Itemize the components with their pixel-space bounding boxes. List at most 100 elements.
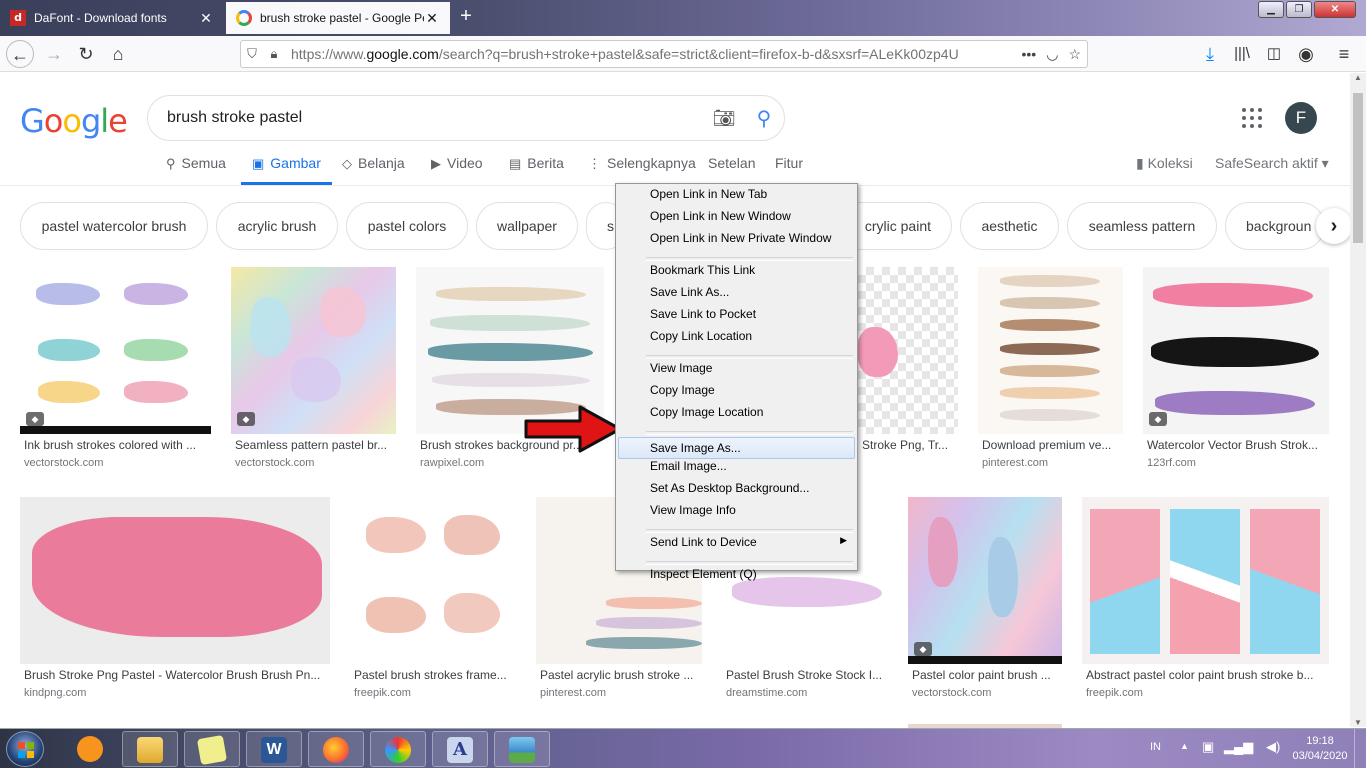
google-logo[interactable]: Google — [20, 102, 128, 140]
result-thumbnail[interactable] — [978, 267, 1123, 434]
more-icon[interactable]: ••• — [1022, 46, 1037, 63]
image-result[interactable]: Stroke Png, Tr... — [858, 267, 958, 452]
chip[interactable]: seamless pattern — [1067, 202, 1217, 250]
apps-grid-icon[interactable] — [1242, 108, 1262, 128]
menu-save-image-as[interactable]: Save Image As... — [618, 437, 855, 459]
show-desktop-button[interactable] — [1354, 729, 1366, 768]
menu-save-link-to-pocket[interactable]: Save Link to Pocket — [616, 307, 857, 329]
chip[interactable]: backgroun — [1225, 202, 1325, 250]
tab-setelan[interactable]: Setelan — [708, 148, 755, 185]
camera-icon[interactable]: 📷︎ — [704, 108, 744, 129]
chip[interactable]: acrylic brush — [216, 202, 338, 250]
clock[interactable]: 19:18 03/04/2020 — [1290, 734, 1350, 764]
image-result[interactable]: Download premium ve... pinterest.com — [978, 267, 1123, 469]
tab-berita[interactable]: ▤ Berita — [509, 148, 564, 185]
shield-icon[interactable]: ⛉ — [241, 46, 263, 62]
word-icon[interactable]: W — [246, 731, 302, 767]
scrollbar-thumb[interactable] — [1353, 93, 1363, 243]
menu-save-link-as[interactable]: Save Link As... — [616, 285, 857, 307]
close-tab-icon[interactable]: ✕ — [198, 10, 214, 27]
tab-semua[interactable]: ⚲ Semua — [166, 148, 226, 185]
volume-icon[interactable]: ◀) — [1266, 739, 1280, 755]
result-thumbnail[interactable] — [1082, 497, 1329, 664]
reload-icon[interactable]: ↻ — [72, 40, 100, 68]
start-button[interactable] — [6, 731, 44, 767]
forward-icon[interactable]: → — [40, 40, 68, 68]
result-thumbnail[interactable]: ◆ — [231, 267, 396, 434]
chip[interactable]: pastel colors — [346, 202, 468, 250]
search-icon[interactable]: ⚲ — [744, 106, 784, 131]
account-icon[interactable]: ◉ — [1292, 40, 1320, 68]
menu-email-image[interactable]: Email Image... — [616, 459, 857, 481]
image-result[interactable]: ◆ Watercolor Vector Brush Strok... 123rf… — [1143, 267, 1329, 469]
home-icon[interactable]: ⌂ — [104, 40, 132, 68]
menu-bookmark-link[interactable]: Bookmark This Link — [616, 263, 857, 285]
menu-open-link-new-tab[interactable]: Open Link in New Tab — [616, 187, 857, 209]
url-bar[interactable]: ⛉ 🔒︎ https://www.google.com/search?q=bru… — [240, 40, 1088, 68]
safesearch-toggle[interactable]: SafeSearch aktif ▾ — [1215, 148, 1329, 178]
sticky-notes-icon[interactable] — [184, 731, 240, 767]
tab-selengkapnya[interactable]: ⋮ Selengkapnya — [588, 148, 696, 185]
minimize-button[interactable]: ▁ — [1258, 1, 1284, 18]
menu-icon[interactable]: ≡ — [1330, 40, 1358, 68]
image-result[interactable]: Abstract pastel color paint brush stroke… — [1082, 497, 1329, 699]
scroll-up-icon[interactable]: ▲ — [1350, 73, 1366, 82]
browser-tab-google[interactable]: brush stroke pastel - Google Penelusuran… — [226, 2, 450, 34]
result-thumbnail[interactable]: ◆ — [20, 267, 211, 434]
new-tab-button[interactable]: + — [456, 6, 476, 28]
power-icon[interactable]: ▣ — [1202, 739, 1214, 755]
menu-copy-image[interactable]: Copy Image — [616, 383, 857, 405]
photo-viewer-icon[interactable] — [494, 731, 550, 767]
browser-tab-dafont[interactable]: d DaFont - Download fonts ✕ — [0, 2, 224, 34]
back-icon[interactable]: ← — [6, 40, 34, 68]
chip[interactable]: wallpaper — [476, 202, 578, 250]
paint-icon[interactable] — [370, 731, 426, 767]
result-thumbnail[interactable]: ◆ — [1143, 267, 1329, 434]
uc-browser-icon[interactable] — [62, 731, 118, 767]
url-text[interactable]: https://www.google.com/search?q=brush+st… — [285, 46, 1022, 62]
menu-copy-link-location[interactable]: Copy Link Location — [616, 329, 857, 351]
menu-open-link-new-window[interactable]: Open Link in New Window — [616, 209, 857, 231]
result-thumbnail[interactable] — [858, 267, 958, 434]
result-thumbnail[interactable]: ◆ — [908, 497, 1062, 664]
avatar[interactable]: F — [1285, 102, 1317, 134]
font-viewer-icon[interactable]: A — [432, 731, 488, 767]
scroll-down-icon[interactable]: ▼ — [1350, 718, 1366, 727]
show-hidden-icons-icon[interactable]: ▲ — [1180, 741, 1189, 751]
firefox-icon[interactable] — [308, 731, 364, 767]
menu-view-image[interactable]: View Image — [616, 361, 857, 383]
signal-icon[interactable]: ▂▄▆ — [1224, 739, 1253, 755]
close-window-button[interactable]: ✕ — [1314, 1, 1356, 18]
image-result[interactable]: ◆ Pastel color paint brush ... vectorsto… — [908, 497, 1062, 699]
close-tab-icon[interactable]: ✕ — [424, 10, 440, 27]
koleksi-link[interactable]: ▮ Koleksi — [1136, 148, 1193, 178]
image-result[interactable]: Pastel brush strokes frame... freepik.co… — [350, 497, 516, 699]
vertical-scrollbar[interactable]: ▲ ▼ — [1350, 73, 1366, 727]
search-box[interactable]: 📷︎ ⚲ — [147, 95, 785, 141]
sidebar-icon[interactable]: ◫ — [1260, 40, 1288, 68]
result-thumbnail[interactable] — [20, 497, 330, 664]
library-icon[interactable]: |||\ — [1228, 40, 1256, 68]
bookmark-star-icon[interactable]: ☆ — [1068, 46, 1081, 63]
download-icon[interactable]: ⤓ — [1196, 40, 1224, 68]
menu-view-image-info[interactable]: View Image Info — [616, 503, 857, 525]
lock-icon[interactable]: 🔒︎ — [263, 46, 285, 62]
menu-open-link-private-window[interactable]: Open Link in New Private Window — [616, 231, 857, 253]
result-thumbnail[interactable] — [350, 497, 516, 664]
image-result[interactable]: ◆ Ink brush strokes colored with ... vec… — [20, 267, 211, 469]
pocket-icon[interactable]: ◡ — [1046, 46, 1058, 63]
chevron-right-icon[interactable]: › — [1316, 208, 1352, 244]
maximize-button[interactable]: ❐ — [1286, 1, 1312, 18]
tab-fitur[interactable]: Fitur — [775, 148, 803, 185]
file-explorer-icon[interactable] — [122, 731, 178, 767]
search-input[interactable] — [167, 109, 704, 127]
image-result[interactable]: Brush Stroke Png Pastel - Watercolor Bru… — [20, 497, 330, 699]
tab-video[interactable]: ▶ Video — [431, 148, 483, 185]
menu-send-link-to-device[interactable]: Send Link to Device ▶ — [616, 535, 857, 557]
tab-gambar[interactable]: ▣ Gambar — [241, 148, 332, 185]
menu-copy-image-location[interactable]: Copy Image Location — [616, 405, 857, 427]
tab-belanja[interactable]: ◇ Belanja — [342, 148, 405, 185]
language-indicator[interactable]: IN — [1150, 741, 1161, 753]
image-result[interactable]: ◆ Seamless pattern pastel br... vectorst… — [231, 267, 396, 469]
chip[interactable]: pastel watercolor brush — [20, 202, 208, 250]
